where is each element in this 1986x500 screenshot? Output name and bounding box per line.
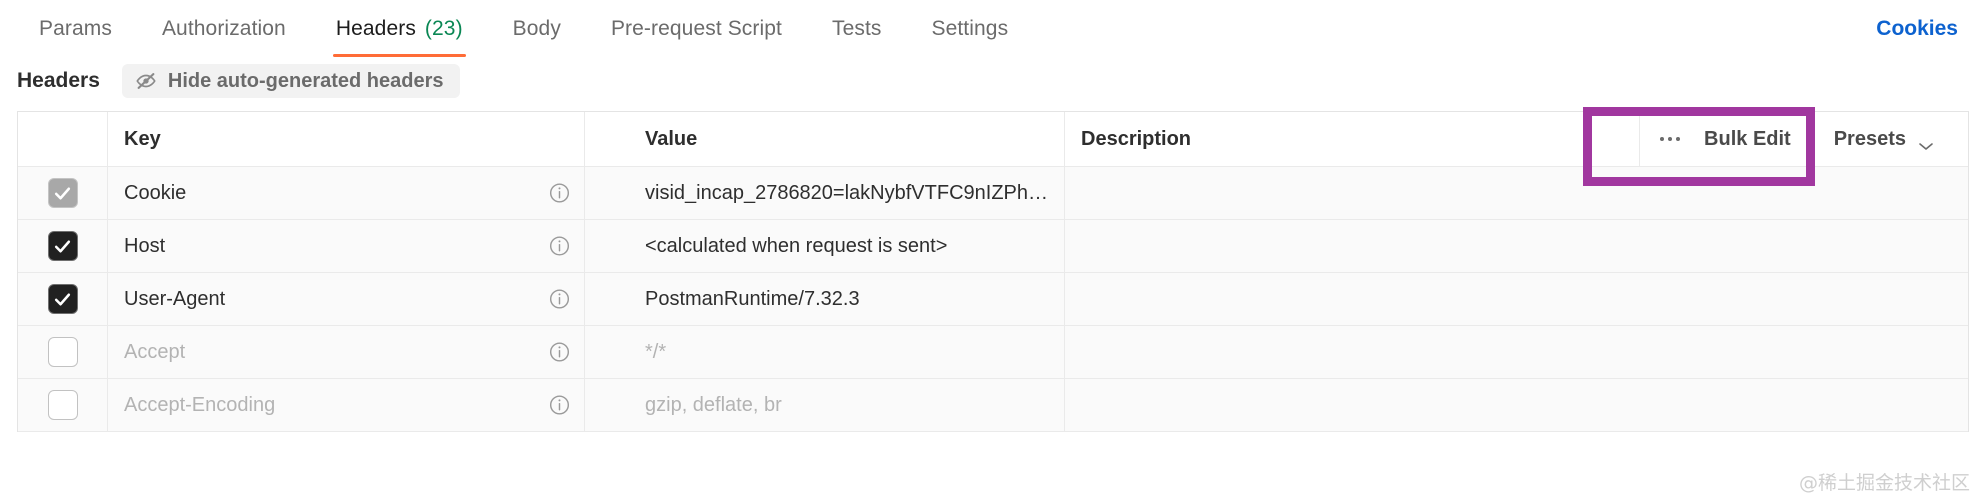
watermark: @稀土掘金技术社区 bbox=[1798, 472, 1970, 494]
column-header-key: Key bbox=[108, 112, 585, 166]
header-description-cell[interactable] bbox=[1065, 220, 1968, 272]
row-checkbox-cell bbox=[18, 326, 108, 378]
row-enable-checkbox[interactable] bbox=[47, 337, 78, 367]
header-key-text: Host bbox=[124, 234, 166, 257]
header-value-text: visid_incap_2786820=lakNybfVTFC9nIZPhedz… bbox=[645, 181, 1048, 204]
headers-table-actions: Bulk Edit Presets bbox=[1639, 112, 1952, 166]
eye-slash-icon bbox=[135, 70, 157, 92]
tab-count-badge: (23) bbox=[424, 16, 463, 40]
row-enable-checkbox[interactable] bbox=[47, 390, 78, 420]
tab-label: Params bbox=[39, 16, 112, 40]
header-value-text: gzip, deflate, br bbox=[645, 393, 782, 416]
row-enable-checkbox[interactable] bbox=[47, 284, 78, 314]
header-key-text: Accept-Encoding bbox=[124, 393, 276, 416]
header-value-cell[interactable]: */* bbox=[585, 326, 1065, 378]
table-row: User-Agent PostmanRuntime/7.32.3 bbox=[18, 273, 1968, 326]
headers-toolbar: Headers Hide auto-generated headers bbox=[0, 57, 1986, 105]
tab-pre-request-script[interactable]: Pre-request Script bbox=[586, 0, 807, 57]
header-value-cell[interactable]: visid_incap_2786820=lakNybfVTFC9nIZPhedz… bbox=[585, 167, 1065, 219]
hide-auto-generated-headers-label: Hide auto-generated headers bbox=[167, 69, 444, 92]
info-icon[interactable] bbox=[548, 394, 571, 417]
column-header-key-label: Key bbox=[124, 127, 161, 150]
info-icon[interactable] bbox=[548, 341, 571, 364]
header-key-cell[interactable]: Cookie bbox=[108, 167, 585, 219]
header-description-cell[interactable] bbox=[1065, 326, 1968, 378]
header-value-text: */* bbox=[645, 340, 667, 363]
header-key-cell[interactable]: User-Agent bbox=[108, 273, 585, 325]
row-checkbox-cell bbox=[18, 379, 108, 431]
tab-authorization[interactable]: Authorization bbox=[137, 0, 311, 57]
bulk-edit-label: Bulk Edit bbox=[1704, 127, 1791, 150]
header-value-text: PostmanRuntime/7.32.3 bbox=[645, 287, 860, 310]
presets-label: Presets bbox=[1833, 127, 1906, 150]
header-value-cell[interactable]: PostmanRuntime/7.32.3 bbox=[585, 273, 1065, 325]
presets-dropdown[interactable]: Presets bbox=[1812, 112, 1952, 166]
info-icon[interactable] bbox=[548, 288, 571, 311]
header-value-cell[interactable]: gzip, deflate, br bbox=[585, 379, 1065, 431]
tab-params[interactable]: Params bbox=[14, 0, 137, 57]
headers-section-title: Headers bbox=[17, 69, 100, 92]
tab-tests[interactable]: Tests bbox=[807, 0, 907, 57]
bulk-edit-button[interactable]: Bulk Edit bbox=[1639, 112, 1813, 166]
table-row: Accept */* bbox=[18, 326, 1968, 379]
headers-table: Key Value Description Bulk Edit Presets bbox=[17, 111, 1969, 432]
select-all-cell bbox=[18, 112, 108, 166]
headers-table-body: Cookie visid_incap_2786820=lakNybfVTFC9nI… bbox=[18, 167, 1968, 432]
tab-label: Tests bbox=[831, 16, 882, 40]
header-key-cell[interactable]: Host bbox=[108, 220, 585, 272]
request-tabs: Params Authorization Headers (23) Body Pre-re… bbox=[14, 0, 1033, 57]
hide-auto-generated-headers-button[interactable]: Hide auto-generated headers bbox=[121, 64, 460, 98]
info-icon[interactable] bbox=[548, 182, 571, 205]
chevron-down-icon bbox=[1918, 134, 1934, 150]
header-key-text: User-Agent bbox=[124, 287, 226, 310]
header-description-cell[interactable] bbox=[1065, 379, 1968, 431]
tab-settings[interactable]: Settings bbox=[906, 0, 1033, 57]
row-checkbox-cell bbox=[18, 220, 108, 272]
table-row: Accept-Encoding gzip, deflate, br bbox=[18, 379, 1968, 432]
tab-label: Headers bbox=[335, 16, 416, 40]
row-enable-checkbox[interactable] bbox=[47, 178, 78, 208]
row-enable-checkbox[interactable] bbox=[47, 231, 78, 261]
header-description-cell[interactable] bbox=[1065, 273, 1968, 325]
column-header-description-label: Description bbox=[1081, 127, 1192, 150]
column-header-value: Value bbox=[585, 112, 1065, 166]
tab-label: Settings bbox=[931, 16, 1009, 40]
tab-label: Body bbox=[512, 16, 561, 40]
dots-horizontal-icon bbox=[1660, 137, 1681, 141]
column-header-value-label: Value bbox=[645, 127, 698, 150]
header-description-cell[interactable] bbox=[1065, 167, 1968, 219]
header-key-text: Accept bbox=[124, 340, 186, 363]
header-key-cell[interactable]: Accept-Encoding bbox=[108, 379, 585, 431]
table-row: Host <calculated when request is sent> bbox=[18, 220, 1968, 273]
info-icon[interactable] bbox=[548, 235, 571, 258]
cookies-link[interactable]: Cookies bbox=[1876, 0, 1964, 57]
row-checkbox-cell bbox=[18, 273, 108, 325]
header-value-cell[interactable]: <calculated when request is sent> bbox=[585, 220, 1065, 272]
header-key-text: Cookie bbox=[124, 181, 187, 204]
tab-label: Pre-request Script bbox=[610, 16, 782, 40]
column-header-description: Description Bulk Edit Presets bbox=[1065, 112, 1968, 166]
tab-body[interactable]: Body bbox=[488, 0, 586, 57]
row-checkbox-cell bbox=[18, 167, 108, 219]
headers-table-header-row: Key Value Description Bulk Edit Presets bbox=[18, 112, 1968, 167]
request-tab-bar: Params Authorization Headers (23) Body Pre-re… bbox=[0, 0, 1986, 57]
tab-headers[interactable]: Headers (23) bbox=[311, 0, 488, 57]
cookies-link-label: Cookies bbox=[1876, 16, 1958, 40]
header-key-cell[interactable]: Accept bbox=[108, 326, 585, 378]
tab-label: Authorization bbox=[161, 16, 286, 40]
table-row: Cookie visid_incap_2786820=lakNybfVTFC9nI… bbox=[18, 167, 1968, 220]
header-value-text: <calculated when request is sent> bbox=[645, 234, 948, 257]
